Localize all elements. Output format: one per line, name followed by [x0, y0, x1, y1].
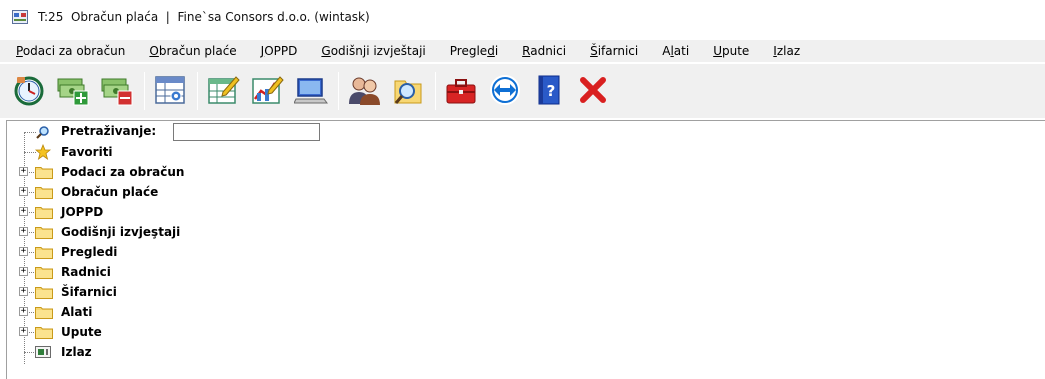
folder-label: Radnici [61, 265, 111, 279]
users-icon [347, 73, 381, 110]
exit-door-icon [35, 346, 51, 359]
svg-text:?: ? [547, 82, 556, 100]
money-add-icon [56, 73, 90, 110]
favorites-label: Favoriti [61, 145, 113, 159]
menu-podaci-za-obračun[interactable]: Podaci za obračun [16, 44, 125, 58]
tree-item-exit[interactable]: Izlaz [7, 342, 207, 362]
tree-item-folder[interactable]: + Šifarnici [7, 282, 267, 302]
computer-button[interactable] [292, 72, 330, 110]
window-title: T:25 Obračun plaća | Fine`sa Consors d.o… [38, 10, 370, 24]
folder-icon [35, 266, 53, 279]
tree-item-folder[interactable]: + Radnici [7, 262, 267, 282]
chart-edit-button[interactable] [248, 72, 286, 110]
menu-joppd[interactable]: JOPPD [261, 44, 298, 58]
exit-label: Izlaz [61, 345, 92, 359]
tree-item-folder[interactable]: + Pregledi [7, 242, 267, 262]
folder-label: Obračun plaće [61, 185, 159, 199]
search-folder-icon [391, 73, 425, 110]
tree-item-search: Pretraživanje: [7, 122, 327, 364]
toolbar-separator [435, 72, 436, 110]
tree-item-folder[interactable]: + Alati [7, 302, 267, 322]
folder-label: Godišnji izvjeştaji [61, 225, 181, 239]
expand-toggle[interactable]: + [19, 167, 28, 176]
folder-label: Pregledi [61, 245, 118, 259]
star-icon [34, 143, 52, 160]
toolbar: ? [0, 64, 1045, 118]
navigation-tree: Pretraživanje: Favoriti + Podaci za obrač… [6, 120, 1045, 379]
expand-toggle[interactable]: + [19, 307, 28, 316]
users-button[interactable] [345, 72, 383, 110]
menu-šifarnici[interactable]: Šifarnici [590, 44, 638, 58]
folder-icon [35, 286, 53, 299]
exit-x-button[interactable] [574, 72, 612, 110]
toolbox-button[interactable] [442, 72, 480, 110]
folder-label: Šifarnici [61, 285, 117, 299]
help-book-button[interactable]: ? [530, 72, 568, 110]
folder-icon [35, 246, 53, 259]
tree-item-folder[interactable]: + Obračun plaće [7, 182, 267, 202]
exit-x-icon [576, 73, 610, 110]
tree-item-folder[interactable]: + Godišnji izvjeştaji [7, 222, 267, 242]
expand-toggle[interactable]: + [19, 287, 28, 296]
expand-toggle[interactable]: + [19, 227, 28, 236]
teamviewer-button[interactable] [486, 72, 524, 110]
expand-toggle[interactable]: + [19, 207, 28, 216]
table-settings-button[interactable] [151, 72, 189, 110]
menu-izlaz[interactable]: Izlaz [773, 44, 800, 58]
folder-icon [35, 226, 53, 239]
money-add-button[interactable] [54, 72, 92, 110]
search-input[interactable] [173, 123, 320, 141]
expand-toggle[interactable]: + [19, 327, 28, 336]
expand-toggle[interactable]: + [19, 187, 28, 196]
money-remove-icon [100, 73, 134, 110]
toolbar-separator [144, 72, 145, 110]
tree-item-folder[interactable]: + Upute [7, 322, 267, 342]
clock-calculation-button[interactable] [10, 72, 48, 110]
table-edit-button[interactable] [204, 72, 242, 110]
toolbar-separator [197, 72, 198, 110]
menu-godišnji-izvještaji[interactable]: Godišnji izvještaji [321, 44, 425, 58]
menu-bar: Podaci za obračun Obračun plaće JOPPD Godiš… [0, 40, 1045, 62]
folder-label: Upute [61, 325, 102, 339]
chart-edit-icon [250, 73, 284, 110]
computer-icon [293, 73, 328, 110]
clock-calculation-icon [12, 73, 46, 110]
search-label: Pretraživanje: [61, 124, 157, 138]
table-edit-icon [206, 73, 240, 110]
toolbox-icon [444, 73, 478, 110]
expand-toggle[interactable]: + [19, 267, 28, 276]
menu-alati[interactable]: Alati [662, 44, 689, 58]
folder-icon [35, 326, 53, 339]
search-folder-button[interactable] [389, 72, 427, 110]
table-settings-icon [153, 73, 187, 110]
menu-obračun-plaće[interactable]: Obračun plaće [149, 44, 236, 58]
money-remove-button[interactable] [98, 72, 136, 110]
folder-label: Alati [61, 305, 93, 319]
menu-radnici[interactable]: Radnici [522, 44, 566, 58]
title-bar: T:25 Obračun plaća | Fine`sa Consors d.o… [0, 0, 1045, 34]
folder-icon [35, 206, 53, 219]
tree-item-favorites[interactable]: Favoriti [7, 142, 207, 162]
app-icon [12, 10, 28, 24]
folder-icon [35, 306, 53, 319]
menu-upute[interactable]: Upute [713, 44, 749, 58]
toolbar-separator [338, 72, 339, 110]
folder-label: Podaci za obračun [61, 165, 185, 179]
folder-icon [35, 186, 53, 199]
menu-pregledi[interactable]: Pregledi [450, 44, 498, 58]
teamviewer-icon [488, 73, 522, 110]
folder-label: JOPPD [61, 205, 104, 219]
tree-item-folder[interactable]: + Podaci za obračun [7, 162, 267, 182]
search-icon [35, 125, 51, 139]
folder-icon [35, 166, 53, 179]
expand-toggle[interactable]: + [19, 247, 28, 256]
tree-item-folder[interactable]: + JOPPD [7, 202, 267, 222]
help-book-icon: ? [532, 73, 566, 110]
